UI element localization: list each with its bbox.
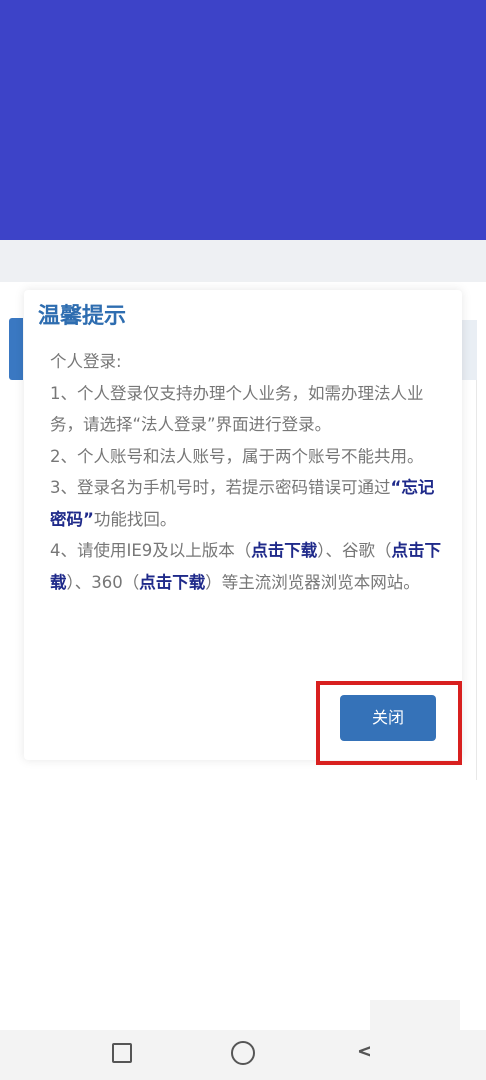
system-nav-bar: < — [0, 1000, 486, 1080]
square-icon[interactable] — [112, 1043, 132, 1063]
notice-line: 2、个人账号和法人账号，属于两个账号不能共用。 — [50, 446, 424, 466]
notice-line: 个人登录: — [50, 352, 122, 371]
overlay-patch — [370, 1000, 460, 1080]
dialog-body: 个人登录: 1、个人登录仅支持办理个人业务，如需办理法人业务，请选择“法人登录”… — [50, 346, 442, 598]
notice-text: ）等主流浏览器浏览本网站。 — [205, 572, 420, 592]
dialog-title: 温馨提示 — [38, 304, 127, 329]
background-panel — [461, 320, 477, 380]
notice-line: 4、请使用IE9及以上版本（点击下载）、谷歌（点击下载）、360（点击下载）等主… — [50, 535, 442, 598]
notice-line: 1、个人登录仅支持办理个人业务，如需办理法人业务，请选择“法人登录”界面进行登录… — [50, 383, 424, 435]
circle-icon[interactable] — [231, 1041, 255, 1065]
login-tab-indicator — [9, 318, 23, 380]
notice-text: ）、谷歌（ — [317, 541, 392, 560]
content-background — [0, 240, 486, 282]
notice-text: ）、360（ — [66, 572, 140, 592]
download-360-link[interactable]: 点击下载 — [139, 573, 205, 592]
notice-text: 4、请使用IE9及以上版本（ — [50, 541, 252, 560]
highlight-annotation — [316, 681, 462, 765]
notice-text: 3、登录名为手机号时，若提示密码错误可通过 — [50, 478, 391, 497]
notice-text: 功能找回。 — [93, 509, 177, 529]
download-ie-link[interactable]: 点击下载 — [251, 541, 317, 560]
header-banner — [0, 0, 486, 240]
divider — [476, 380, 477, 780]
notice-line: 3、登录名为手机号时，若提示密码错误可通过“忘记密码”功能找回。 — [50, 472, 442, 535]
